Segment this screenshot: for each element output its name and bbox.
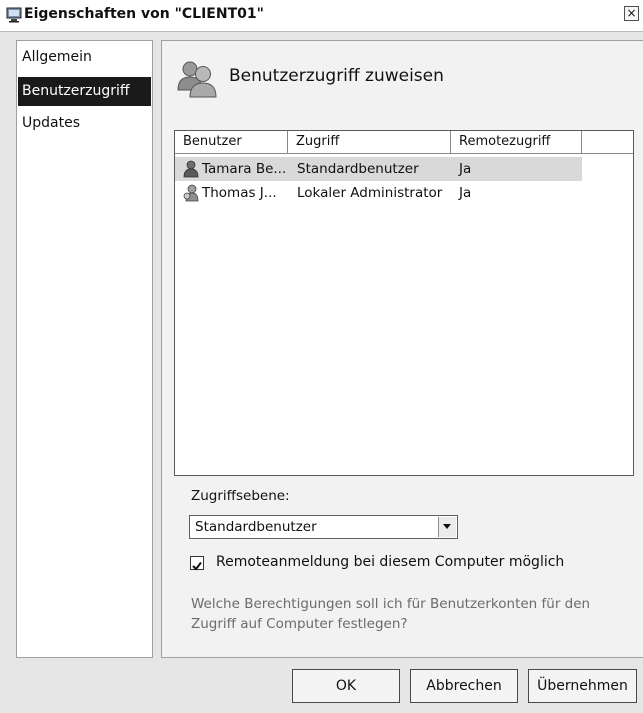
admin-user-icon <box>183 184 199 202</box>
permissions-help-link[interactable]: Welche Berechtigungen soll ich für Benut… <box>191 594 611 634</box>
access-type: Standardbenutzer <box>297 161 419 177</box>
nav-item-label: Updates <box>22 115 80 131</box>
column-header-label: Remotezugriff <box>459 134 551 149</box>
dropdown-arrow-button[interactable] <box>438 517 456 537</box>
column-header-label: Zugriff <box>296 134 340 149</box>
computer-icon <box>6 7 22 23</box>
user-name: Thomas J... <box>202 185 277 201</box>
nav-item-updates[interactable]: Updates <box>18 109 151 138</box>
column-header-label: Benutzer <box>183 134 242 149</box>
remote-access: Ja <box>459 185 472 201</box>
users-icon <box>177 61 217 98</box>
cancel-button[interactable]: Abbrechen <box>410 669 518 703</box>
ok-button[interactable]: OK <box>292 669 400 703</box>
apply-button[interactable]: Übernehmen <box>528 669 637 703</box>
nav-item-benutzerzugriff[interactable]: Benutzerzugriff <box>18 77 151 106</box>
table-row[interactable]: Thomas J... Lokaler Administrator Ja <box>175 181 582 205</box>
chevron-down-icon <box>443 524 451 529</box>
remote-access: Ja <box>459 161 472 177</box>
nav-item-allgemein[interactable]: Allgemein <box>18 43 151 72</box>
column-header-zugriff[interactable]: Zugriff <box>288 131 451 153</box>
remote-login-label[interactable]: Remoteanmeldung bei diesem Computer mögl… <box>216 554 564 570</box>
access-type: Lokaler Administrator <box>297 185 443 201</box>
nav-item-label: Allgemein <box>22 49 92 65</box>
column-header-remotezugriff[interactable]: Remotezugriff <box>451 131 582 153</box>
list-header: Benutzer Zugriff Remotezugriff <box>175 131 633 154</box>
title-bar[interactable]: Eigenschaften von "CLIENT01" × <box>0 0 643 32</box>
nav-item-label: Benutzerzugriff <box>22 83 130 99</box>
column-header-benutzer[interactable]: Benutzer <box>175 131 288 153</box>
remote-login-checkbox[interactable] <box>190 556 204 571</box>
navigation-pane: Allgemein Benutzerzugriff Updates <box>16 40 153 658</box>
close-button[interactable]: × <box>624 6 639 21</box>
apply-button-label: Übernehmen <box>537 678 628 694</box>
close-icon: × <box>626 6 637 20</box>
user-icon <box>183 160 199 178</box>
page-title: Benutzerzugriff zuweisen <box>229 66 444 86</box>
access-level-dropdown[interactable]: Standardbenutzer <box>189 515 458 539</box>
access-level-value: Standardbenutzer <box>195 519 317 535</box>
ok-button-label: OK <box>335 678 357 694</box>
window-title: Eigenschaften von "CLIENT01" <box>24 6 264 22</box>
user-name: Tamara Be... <box>202 161 287 177</box>
cancel-button-label: Abbrechen <box>426 678 502 694</box>
user-access-list[interactable]: Benutzer Zugriff Remotezugriff Tamara Be… <box>174 130 634 476</box>
table-row[interactable]: Tamara Be... Standardbenutzer Ja <box>175 157 582 181</box>
checkmark-icon <box>192 561 202 571</box>
properties-dialog: Eigenschaften von "CLIENT01" × Allgemein… <box>0 0 643 713</box>
access-level-label: Zugriffsebene: <box>191 488 290 504</box>
